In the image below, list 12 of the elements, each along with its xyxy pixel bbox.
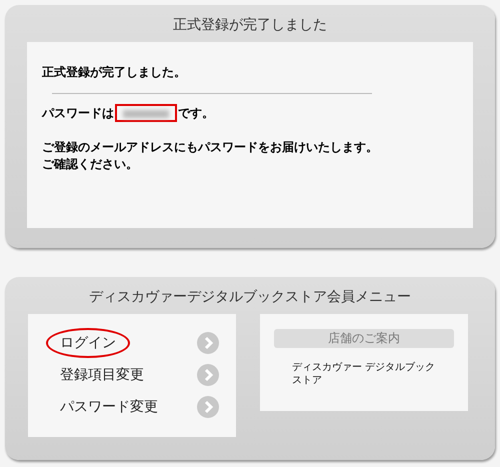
panel-title: ディスカヴァーデジタルブックストア会員メニュー	[88, 288, 412, 307]
panel-title: 正式登録が完了しました	[172, 16, 328, 35]
notice-text: ご登録のメールアドレスにもパスワードをお届けいたします。	[42, 139, 379, 156]
menu-link[interactable]: ログイン	[46, 328, 130, 358]
password-suffix: です。	[178, 104, 214, 122]
password-label: パスワードは	[42, 104, 114, 122]
menu-link[interactable]: 登録項目変更	[46, 360, 158, 390]
section-header: 店舗のご案内	[274, 329, 454, 348]
store-link[interactable]: ディスカヴァー デジタルブックストア	[292, 361, 442, 387]
menu-link[interactable]: パスワード変更	[46, 392, 172, 422]
heading: 正式登録が完了しました。	[42, 64, 187, 81]
notice-text: ご確認ください。	[42, 156, 139, 173]
